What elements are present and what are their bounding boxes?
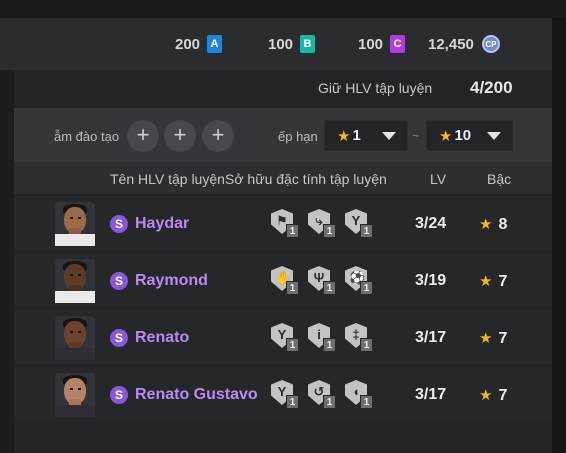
coach-name: Haydar	[135, 215, 190, 232]
coach-rank: ★ 7	[479, 272, 507, 291]
coach-level: 3/17	[415, 386, 447, 403]
rank-from-select[interactable]: ★ 1	[324, 120, 408, 151]
rank-from-value: 1	[352, 127, 361, 144]
trait-level: 1	[360, 338, 373, 352]
top-strip	[0, 0, 566, 18]
trait-list: ✋ 1 Ψ 1 ⚽ 1	[271, 266, 373, 296]
star-icon: ★	[479, 216, 493, 233]
coach-level: 3/17	[415, 329, 447, 346]
coach-rank: ★ 7	[479, 386, 507, 405]
trait-list: Y 1 ↺ 1 ◖ 1	[271, 380, 373, 410]
trait-slot[interactable]: Ψ 1	[308, 266, 336, 296]
training-filter-label: ẫm đào tạo	[54, 129, 120, 144]
trait-list: Y 1 i 1 ‡ 1	[271, 323, 373, 353]
table-row[interactable]: S Raymond ✋ 1 Ψ 1 ⚽ 1 3/19 ★ 7	[14, 253, 552, 307]
currency-a: 200 A	[175, 35, 223, 53]
cp-coin-icon: CP	[481, 35, 500, 53]
trait-level: 1	[323, 224, 336, 238]
coach-rank-value: 8	[498, 216, 508, 233]
star-icon: ★	[439, 127, 453, 145]
trait-slot[interactable]: Y 1	[345, 209, 373, 239]
coach-rank-value: 7	[498, 387, 508, 404]
trait-list: ⚑ 1 ⤷ 1 Y 1	[271, 209, 373, 239]
star-icon: ★	[337, 127, 351, 145]
trait-level: 1	[286, 224, 299, 238]
currency-cp: 12,450 CP	[428, 35, 500, 53]
trait-level: 1	[286, 395, 299, 409]
avatar	[55, 373, 95, 417]
season-badge: S	[110, 386, 128, 404]
star-icon: ★	[479, 273, 493, 290]
coach-level: 3/24	[415, 215, 447, 232]
currency-a-value: 200	[175, 35, 201, 53]
currency-c-value: 100	[358, 35, 384, 53]
column-header-traits[interactable]: Sở hữu đặc tính tập luyện	[225, 171, 387, 187]
coach-rank-value: 7	[498, 273, 508, 290]
trait-level: 1	[360, 281, 373, 295]
trait-slot[interactable]: ‡ 1	[345, 323, 373, 353]
trait-level: 1	[360, 395, 373, 409]
trait-level: 1	[286, 281, 299, 295]
trait-slot[interactable]: ↺ 1	[308, 380, 336, 410]
rank-filter-label: ếp hạn	[278, 129, 318, 144]
currency-c-icon: C	[390, 35, 406, 53]
trait-slot[interactable]: ⚽ 1	[345, 266, 373, 296]
column-header-level[interactable]: LV	[430, 171, 446, 187]
trait-slot[interactable]: ⤷ 1	[308, 209, 336, 239]
trait-slot[interactable]: ◖ 1	[345, 380, 373, 410]
trait-level: 1	[286, 338, 299, 352]
coach-name: Raymond	[135, 272, 208, 289]
add-training-slot-button-1[interactable]: +	[127, 120, 159, 152]
coach-name: Renato Gustavo	[135, 386, 258, 403]
chevron-down-icon	[382, 132, 396, 140]
column-header-rank[interactable]: Bậc	[487, 171, 511, 187]
currency-c: 100 C	[358, 35, 406, 53]
coach-name: Renato	[135, 329, 190, 346]
coach-count-label: Giữ HLV tập luyện	[318, 80, 433, 96]
currency-a-icon: A	[207, 35, 223, 53]
coach-rank: ★ 8	[479, 215, 507, 234]
season-badge: S	[110, 215, 128, 233]
star-icon: ★	[479, 387, 493, 404]
table-row[interactable]: S Renato Y 1 i 1 ‡ 1 3/17 ★ 7	[14, 310, 552, 364]
trait-slot[interactable]: i 1	[308, 323, 336, 353]
trait-level: 1	[323, 395, 336, 409]
coach-level: 3/19	[415, 272, 447, 289]
currency-b-icon: B	[300, 35, 316, 53]
trait-level: 1	[360, 224, 373, 238]
season-badge: S	[110, 272, 128, 290]
trait-level: 1	[323, 281, 336, 295]
trait-slot[interactable]: Y 1	[271, 380, 299, 410]
table-row[interactable]: S Haydar ⚑ 1 ⤷ 1 Y 1 3/24 ★ 8	[14, 196, 552, 250]
trait-slot[interactable]: Y 1	[271, 323, 299, 353]
rank-range-separator: ~	[412, 128, 420, 143]
rank-to-value: 10	[454, 127, 472, 144]
trait-level: 1	[323, 338, 336, 352]
add-training-slot-button-2[interactable]: +	[164, 120, 196, 152]
currency-cp-value: 12,450	[428, 35, 474, 53]
coach-count-value: 4/200	[470, 78, 513, 97]
right-edge	[552, 18, 566, 453]
table-row[interactable]: S Renato Gustavo Y 1 ↺ 1 ◖ 1 3/17 ★ 7	[14, 367, 552, 421]
avatar	[55, 316, 95, 360]
avatar	[55, 202, 95, 246]
add-training-slot-button-3[interactable]: +	[202, 120, 234, 152]
currency-b-value: 100	[268, 35, 294, 53]
avatar	[55, 259, 95, 303]
column-header-name[interactable]: Tên HLV tập luyện	[110, 171, 225, 187]
trait-slot[interactable]: ⚑ 1	[271, 209, 299, 239]
star-icon: ★	[479, 330, 493, 347]
chevron-down-icon	[487, 132, 501, 140]
currency-b: 100 B	[268, 35, 316, 53]
trait-slot[interactable]: ✋ 1	[271, 266, 299, 296]
season-badge: S	[110, 329, 128, 347]
coach-rank-value: 7	[498, 330, 508, 347]
currency-bar: 200 A 100 B 100 C 12,450 CP	[0, 18, 552, 70]
coach-rank: ★ 7	[479, 329, 507, 348]
rank-to-select[interactable]: ★ 10	[426, 120, 513, 151]
